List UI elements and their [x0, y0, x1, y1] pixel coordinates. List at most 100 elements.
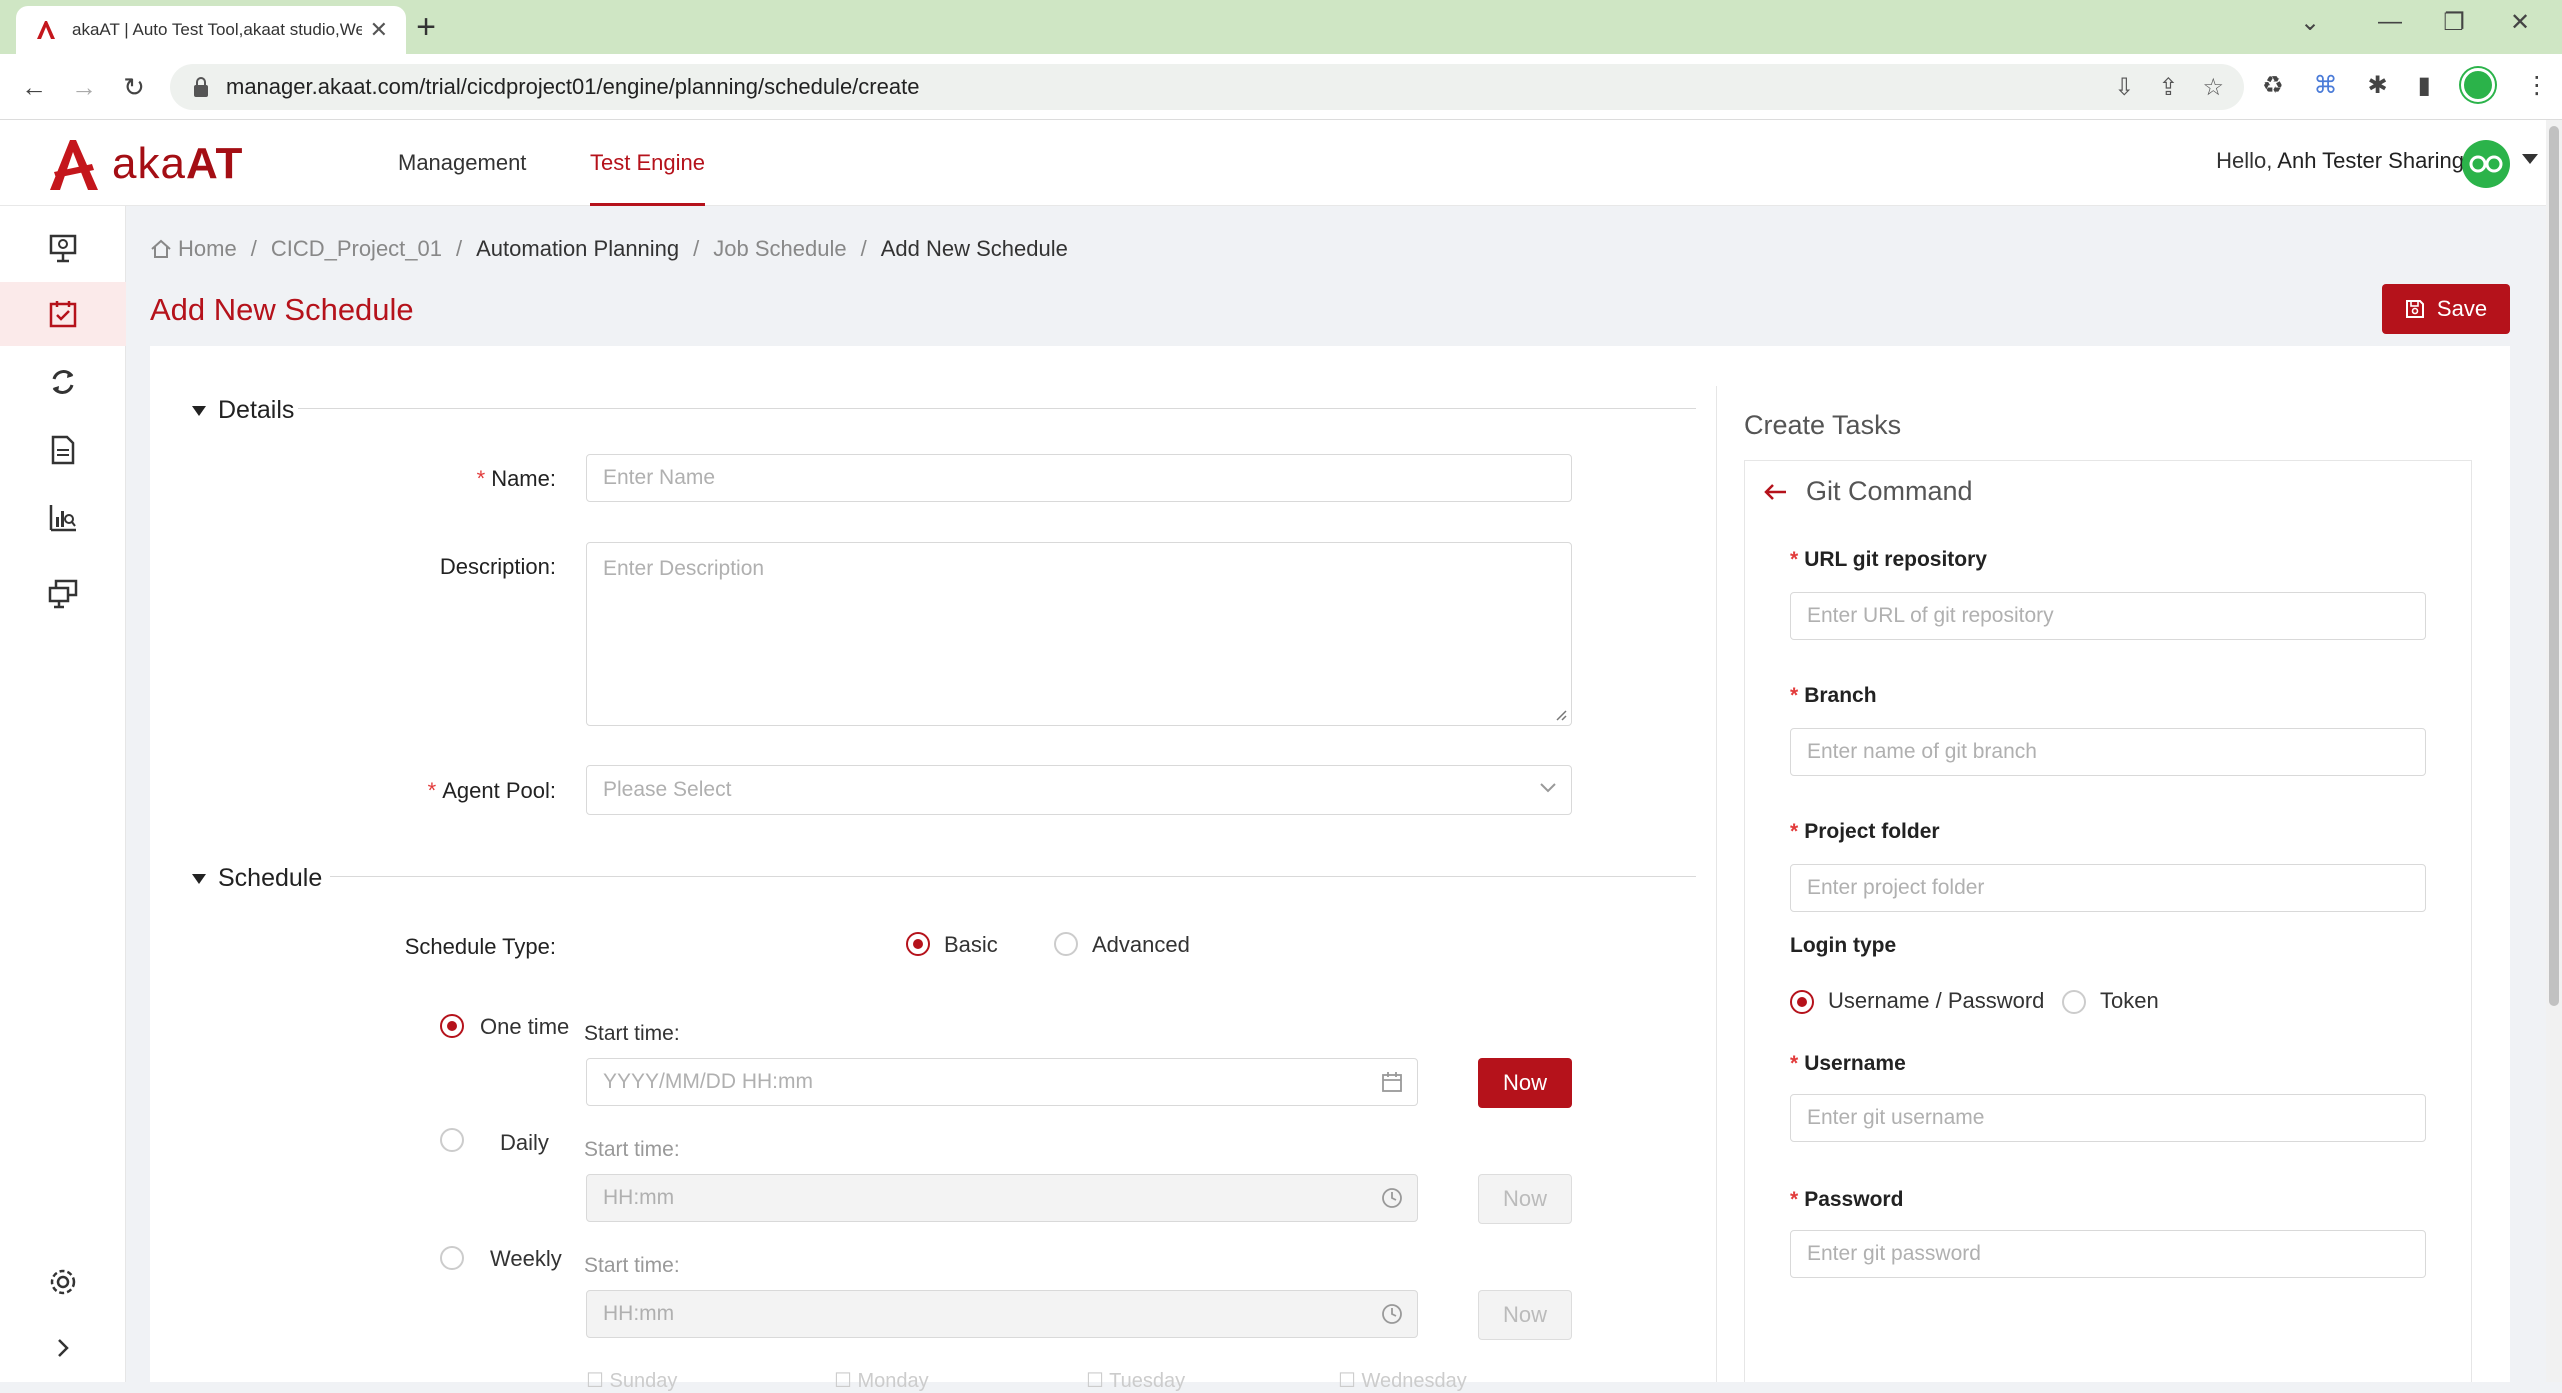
- one-time-radio[interactable]: [440, 1014, 464, 1038]
- sidebar-item-documents[interactable]: [0, 418, 126, 482]
- one-time-datetime-input[interactable]: YYYY/MM/DD HH:mm: [586, 1058, 1418, 1106]
- minimize-icon[interactable]: —: [2370, 8, 2410, 36]
- sidebar: [0, 206, 126, 1382]
- install-icon[interactable]: ⇩: [2114, 73, 2134, 102]
- weekly-radio[interactable]: [440, 1246, 464, 1270]
- bookmark-star-icon[interactable]: ☆: [2202, 73, 2224, 102]
- tab-search-icon[interactable]: ⌄: [2290, 8, 2330, 37]
- forward-icon[interactable]: →: [68, 72, 100, 104]
- sidebar-item-agents[interactable]: [0, 562, 126, 626]
- calendar-icon: [1382, 1072, 1402, 1092]
- schedule-type-basic-label[interactable]: Basic: [944, 932, 998, 958]
- sidebar-item-reports[interactable]: [0, 486, 126, 550]
- restore-icon[interactable]: ❐: [2434, 8, 2474, 37]
- agent-pool-placeholder: Please Select: [603, 778, 732, 801]
- weekday-sunday[interactable]: ☐ Sunday: [586, 1368, 677, 1393]
- one-time-start-label: Start time:: [584, 1022, 680, 1045]
- resize-handle-icon[interactable]: [1555, 709, 1567, 721]
- arrow-left-icon[interactable]: [1764, 483, 1788, 501]
- sidebar-item-planning[interactable]: [0, 282, 126, 346]
- window-close-icon[interactable]: ✕: [2500, 8, 2540, 37]
- sidebar-item-execution[interactable]: [0, 350, 126, 414]
- page-scrollbar[interactable]: [2546, 120, 2562, 1382]
- schedule-type-basic-radio[interactable]: [906, 932, 930, 956]
- agent-pool-select[interactable]: Please Select: [586, 765, 1572, 815]
- recycle-extension-icon[interactable]: ♻: [2262, 71, 2284, 100]
- weekday-monday[interactable]: ☐ Monday: [834, 1368, 929, 1393]
- git-password-input[interactable]: Enter git password: [1790, 1230, 2426, 1278]
- git-username-input[interactable]: Enter git username: [1790, 1094, 2426, 1142]
- description-textarea[interactable]: Enter Description: [586, 542, 1572, 726]
- scrollbar-thumb[interactable]: [2549, 126, 2559, 1006]
- breadcrumb-project[interactable]: CICD_Project_01: [271, 236, 442, 262]
- login-token-radio[interactable]: [2062, 990, 2086, 1014]
- schedule-divider: [330, 876, 1696, 877]
- sidebar-item-settings[interactable]: [0, 1250, 126, 1314]
- weekly-time-input[interactable]: HH:mm: [586, 1290, 1418, 1338]
- back-icon[interactable]: ←: [18, 72, 50, 104]
- new-tab-icon[interactable]: +: [408, 10, 444, 46]
- schedule-type-advanced-radio[interactable]: [1054, 932, 1078, 956]
- browser-tab[interactable]: akaAT | Auto Test Tool,akaat studio,Web …: [16, 6, 406, 54]
- extensions-puzzle-icon[interactable]: ✱: [2368, 71, 2388, 100]
- git-url-label: * URL git repository: [1790, 548, 1987, 571]
- user-avatar[interactable]: [2462, 140, 2510, 188]
- one-time-label[interactable]: One time: [480, 1014, 569, 1040]
- breadcrumb-job-schedule[interactable]: Job Schedule: [713, 236, 846, 262]
- page-title: Add New Schedule: [150, 292, 414, 327]
- nav-test-engine[interactable]: Test Engine: [590, 120, 705, 206]
- daily-time-input[interactable]: HH:mm: [586, 1174, 1418, 1222]
- weekly-label[interactable]: Weekly: [490, 1246, 562, 1272]
- share-icon[interactable]: ⇪: [2158, 73, 2178, 102]
- side-panel-icon[interactable]: ▮: [2418, 71, 2431, 100]
- panel-divider: [1716, 386, 1717, 1382]
- breadcrumb-automation-planning[interactable]: Automation Planning: [476, 236, 679, 262]
- create-tasks-heading: Create Tasks: [1744, 410, 1902, 440]
- chevron-right-icon: [58, 1339, 69, 1357]
- git-branch-input[interactable]: Enter name of git branch: [1790, 728, 2426, 776]
- weekly-placeholder: HH:mm: [603, 1302, 675, 1325]
- login-username-password-label[interactable]: Username / Password: [1828, 988, 2044, 1014]
- weekly-now-button[interactable]: Now: [1478, 1290, 1572, 1340]
- close-tab-icon[interactable]: ✕: [370, 17, 388, 43]
- git-password-label: * Password: [1790, 1188, 1904, 1211]
- weekday-wednesday[interactable]: ☐ Wednesday: [1338, 1368, 1467, 1393]
- details-section-toggle[interactable]: Details: [192, 396, 294, 425]
- clock-icon: [1382, 1188, 1402, 1208]
- schedule-section-toggle[interactable]: Schedule: [192, 864, 322, 893]
- one-time-now-button[interactable]: Now: [1478, 1058, 1572, 1108]
- user-greeting[interactable]: Hello, Anh Tester Sharing: [2216, 148, 2464, 174]
- logo-text: akaAT: [112, 139, 244, 188]
- daily-radio[interactable]: [440, 1128, 464, 1152]
- monitors-icon: [48, 579, 78, 609]
- breadcrumb-separator: /: [693, 236, 700, 261]
- schedule-type-advanced-label[interactable]: Advanced: [1092, 932, 1190, 958]
- home-icon: [151, 239, 171, 258]
- sync-icon: [52, 370, 74, 394]
- save-button[interactable]: Save: [2382, 284, 2510, 334]
- login-username-password-radio[interactable]: [1790, 990, 1814, 1014]
- translate-extension-icon[interactable]: ⌘: [2314, 71, 2338, 100]
- chevron-down-icon: [1540, 783, 1556, 793]
- login-token-label[interactable]: Token: [2100, 988, 2159, 1014]
- user-menu-caret-icon[interactable]: [2522, 154, 2538, 164]
- breadcrumb-home[interactable]: Home: [178, 236, 237, 262]
- git-url-input[interactable]: Enter URL of git repository: [1790, 592, 2426, 640]
- weekday-tuesday[interactable]: ☐ Tuesday: [1086, 1368, 1185, 1393]
- daily-label[interactable]: Daily: [500, 1130, 549, 1156]
- reload-icon[interactable]: ↻: [118, 72, 150, 104]
- browser-menu-icon[interactable]: ⋮: [2525, 71, 2549, 100]
- caret-down-icon: [192, 873, 206, 884]
- address-bar[interactable]: manager.akaat.com/trial/cicdproject01/en…: [170, 64, 2244, 110]
- save-icon: [2405, 300, 2424, 318]
- sidebar-expand[interactable]: [0, 1316, 126, 1380]
- name-placeholder: Enter Name: [603, 466, 716, 489]
- name-input[interactable]: Enter Name: [586, 454, 1572, 502]
- nav-management[interactable]: Management: [398, 120, 526, 206]
- app-header: akaAT Management Test Engine Hello, Anh …: [0, 120, 2546, 206]
- akaat-logo[interactable]: akaAT: [44, 134, 243, 194]
- sidebar-item-dashboard[interactable]: [0, 216, 126, 280]
- profile-avatar-icon[interactable]: [2460, 68, 2495, 102]
- project-folder-input[interactable]: Enter project folder: [1790, 864, 2426, 912]
- daily-now-button[interactable]: Now: [1478, 1174, 1572, 1224]
